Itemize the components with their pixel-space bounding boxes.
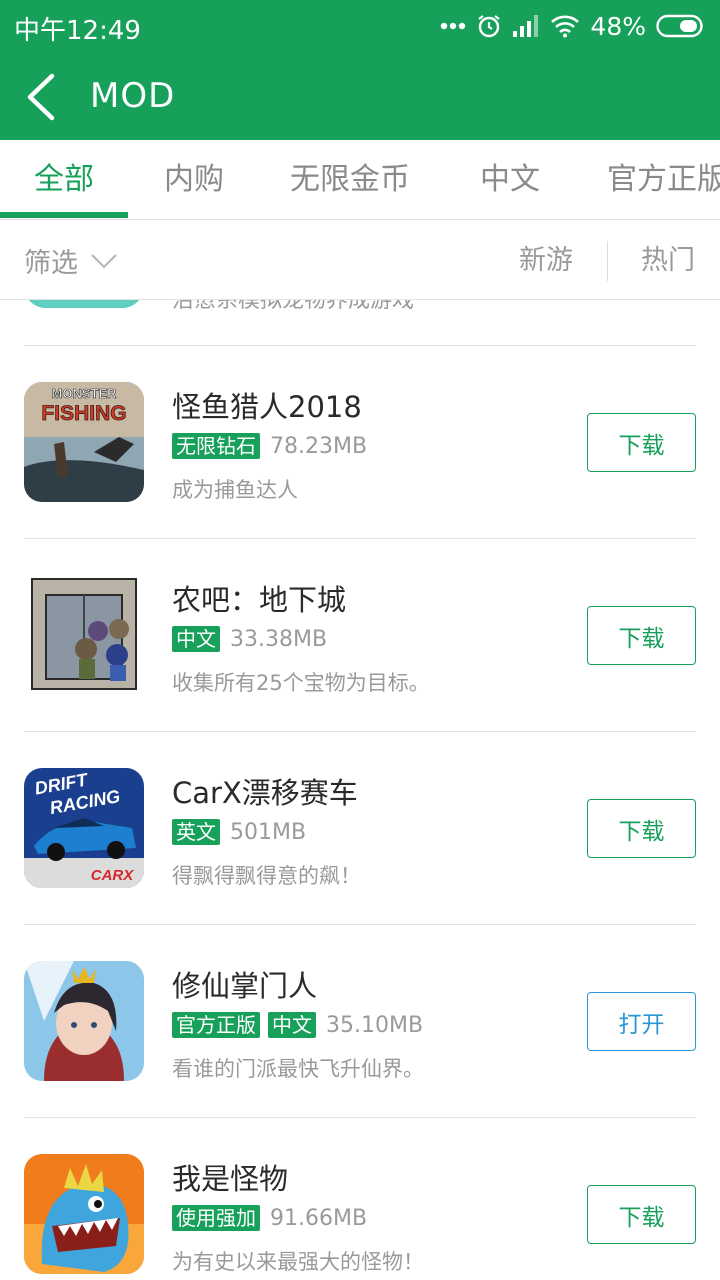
app-desc: 看谁的门派最快飞升仙界。 xyxy=(172,1057,424,1081)
app-tag: 使用强加 xyxy=(172,1205,260,1231)
sort-divider xyxy=(607,241,608,281)
app-name: CarX漂移赛车 xyxy=(172,776,358,810)
top-bar: 中午12:49 48% MOD xyxy=(0,0,720,140)
icon-text-fishing: FISHING xyxy=(41,402,126,425)
download-button[interactable]: 下载 xyxy=(587,1185,696,1244)
app-meta: 中文 33.38MB xyxy=(172,625,327,653)
app-name: 农吧：地下城 xyxy=(172,583,347,617)
app-meta: 无限钻石 78.23MB xyxy=(172,432,367,460)
filter-button[interactable]: 筛选 xyxy=(24,221,118,300)
partial-list-item[interactable]: 治愈系模拟宠物养成游戏 xyxy=(0,300,720,346)
app-desc: 收集所有25个宝物为目标。 xyxy=(172,671,430,695)
partial-app-desc: 治愈系模拟宠物养成游戏 xyxy=(172,300,415,313)
app-icon xyxy=(24,575,144,695)
app-meta: 官方正版 中文 35.10MB xyxy=(172,1011,423,1039)
app-tag: 英文 xyxy=(172,819,220,845)
signal-icon xyxy=(513,15,539,37)
app-name: 我是怪物 xyxy=(172,1162,289,1196)
app-tag: 无限钻石 xyxy=(172,433,260,459)
list-item[interactable]: 我是怪物 使用强加 91.66MB 为有史以来最强大的怪物！ 下载 xyxy=(0,1118,720,1280)
active-tab-indicator xyxy=(0,212,128,218)
category-tabs: 全部 内购 无限金币 中文 官方正版 xyxy=(0,140,720,220)
download-button[interactable]: 下载 xyxy=(587,606,696,665)
list-item[interactable]: MONSTER FISHING 怪鱼猎人2018 无限钻石 78.23MB 成为… xyxy=(0,346,720,539)
app-size: 501MB xyxy=(230,819,307,845)
sort-new-button[interactable]: 新游 xyxy=(519,221,573,300)
filter-label: 筛选 xyxy=(24,248,78,279)
app-name: 怪鱼猎人2018 xyxy=(172,390,362,424)
chevron-down-icon xyxy=(91,253,117,268)
app-meta: 使用强加 91.66MB xyxy=(172,1204,367,1232)
list-item[interactable]: 农吧：地下城 中文 33.38MB 收集所有25个宝物为目标。 下载 xyxy=(0,539,720,732)
app-size: 78.23MB xyxy=(270,433,368,459)
more-dots-icon xyxy=(441,22,466,30)
app-meta: 英文 501MB xyxy=(172,818,306,846)
download-button[interactable]: 下载 xyxy=(587,799,696,858)
battery-icon xyxy=(656,14,703,38)
icon-text-carx: CARX xyxy=(91,867,134,884)
open-button[interactable]: 打开 xyxy=(587,992,696,1051)
back-arrow-icon[interactable] xyxy=(18,70,68,124)
app-size: 35.10MB xyxy=(326,1012,424,1038)
app-size: 33.38MB xyxy=(230,626,328,652)
app-icon: DRIFT RACING CARX xyxy=(24,768,144,888)
app-icon xyxy=(24,1154,144,1274)
app-desc: 成为捕鱼达人 xyxy=(172,478,298,502)
tab-all[interactable]: 全部 xyxy=(34,140,94,219)
list-item[interactable]: 修仙掌门人 官方正版 中文 35.10MB 看谁的门派最快飞升仙界。 打开 xyxy=(0,925,720,1118)
status-time: 中午12:49 xyxy=(14,16,141,46)
partial-app-icon xyxy=(24,300,144,308)
filter-bar: 筛选 新游 热门 xyxy=(0,221,720,300)
app-tag: 中文 xyxy=(172,626,220,652)
wifi-icon xyxy=(551,15,580,38)
list-item[interactable]: DRIFT RACING CARX CarX漂移赛车 英文 501MB 得飘得飘… xyxy=(0,732,720,925)
tab-chinese[interactable]: 中文 xyxy=(480,140,540,219)
app-icon: MONSTER FISHING xyxy=(24,382,144,502)
icon-text-monster: MONSTER xyxy=(52,386,118,401)
app-desc: 为有史以来最强大的怪物！ xyxy=(172,1250,424,1274)
app-bar: MOD xyxy=(0,52,720,140)
app-tag: 官方正版 xyxy=(172,1012,260,1038)
status-bar: 中午12:49 48% xyxy=(0,0,720,52)
tab-official[interactable]: 官方正版 xyxy=(607,140,720,219)
app-tag: 中文 xyxy=(268,1012,316,1038)
app-list: 治愈系模拟宠物养成游戏 MONSTER FISHING 怪鱼猎人2018 无限钻… xyxy=(0,300,720,1280)
app-name: 修仙掌门人 xyxy=(172,969,318,1003)
app-icon xyxy=(24,961,144,1081)
tab-unlimited-coins[interactable]: 无限金币 xyxy=(290,140,410,219)
download-button[interactable]: 下载 xyxy=(587,413,696,472)
tab-in-app-purchase[interactable]: 内购 xyxy=(164,140,224,219)
status-icons: 48% xyxy=(440,10,706,42)
alarm-icon xyxy=(478,15,501,38)
page-title: MOD xyxy=(90,76,176,116)
app-desc: 得飘得飘得意的飙！ xyxy=(172,864,361,888)
sort-hot-button[interactable]: 热门 xyxy=(641,221,695,300)
app-size: 91.66MB xyxy=(270,1205,368,1231)
battery-percent: 48% xyxy=(590,11,646,41)
